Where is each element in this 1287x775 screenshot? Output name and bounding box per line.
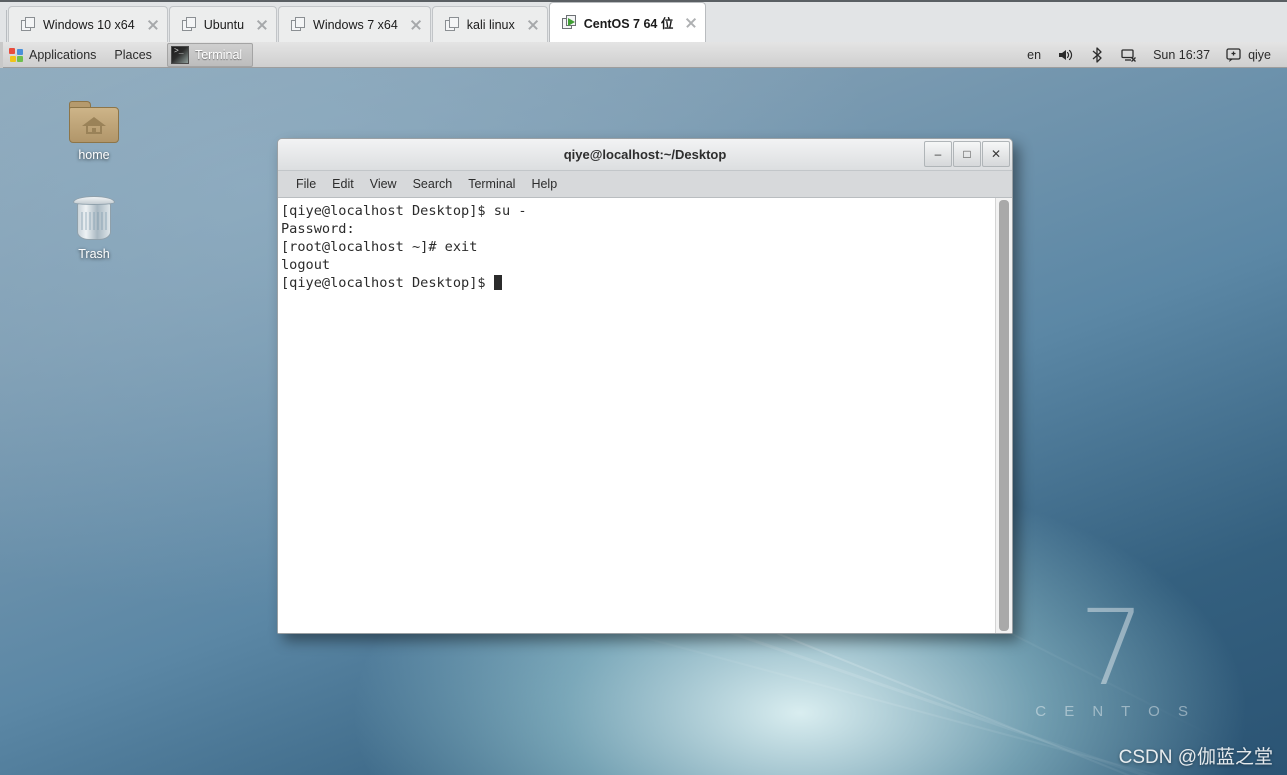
terminal-menu-search[interactable]: Search [405,171,461,197]
vm-tab-label: kali linux [467,18,515,32]
vm-running-icon [562,15,577,30]
close-icon[interactable] [254,17,270,33]
maximize-button[interactable]: □ [953,141,981,167]
centos-version: 7 [1029,606,1195,691]
vm-tab-label: Ubuntu [204,18,244,32]
terminal-titlebar[interactable]: qiye@localhost:~/Desktop – □ ✕ [278,139,1012,171]
keyboard-layout-label: en [1027,48,1041,62]
terminal-menu-help[interactable]: Help [523,171,565,197]
close-icon[interactable] [145,17,161,33]
volume-button[interactable] [1049,42,1081,68]
keyboard-layout-indicator[interactable]: en [1019,42,1049,68]
menu-applications-label: Applications [29,48,96,62]
applications-icon [9,48,23,62]
close-icon[interactable] [408,17,424,33]
terminal-cursor [494,275,502,290]
centos-wordmark: C E N T O S [1035,703,1195,720]
vm-tab[interactable]: CentOS 7 64 位 [549,2,707,42]
terminal-line: [root@localhost ~]# exit [281,238,995,256]
vm-tab[interactable]: kali linux [432,6,548,42]
terminal-menu-terminal[interactable]: Terminal [460,171,523,197]
taskbar-window-terminal[interactable]: >_ Terminal [167,43,253,67]
centos-watermark: 7 C E N T O S [1029,606,1195,720]
username-label: qiye [1248,48,1271,62]
vm-icon [21,17,36,32]
terminal-menubar: FileEditViewSearchTerminalHelp [278,171,1012,197]
window-controls: – □ ✕ [923,141,1010,167]
desktop-icon-home[interactable]: home [51,91,137,162]
terminal-window[interactable]: qiye@localhost:~/Desktop – □ ✕ FileEditV… [277,138,1013,634]
menu-applications[interactable]: Applications [0,42,105,68]
trash-icon [51,190,137,242]
vm-tab-label: Windows 10 x64 [43,18,135,32]
terminal-menu-file[interactable]: File [288,171,324,197]
terminal-icon: >_ [171,46,189,64]
desktop[interactable]: home Trash 7 C E N T O S CSDN @伽蓝之堂 qiye… [0,68,1287,775]
desktop-icon-trash-label: Trash [51,247,137,261]
desktop-icon-home-label: home [51,148,137,162]
attribution-watermark: CSDN @伽蓝之堂 [1119,742,1273,769]
terminal-line: Password: [281,220,995,238]
terminal-screen[interactable]: [qiye@localhost Desktop]$ su -Password:[… [278,198,995,633]
terminal-title: qiye@localhost:~/Desktop [278,147,1012,162]
terminal-scrollbar-thumb[interactable] [999,200,1009,631]
terminal-menu-view[interactable]: View [362,171,405,197]
volume-icon [1057,47,1073,63]
vm-tab[interactable]: Windows 7 x64 [278,6,431,42]
panel-status-area: en Sun 16:37 [1019,42,1287,68]
gnome-top-panel: Applications Places >_ Terminal en [0,42,1287,68]
vm-icon [445,17,460,32]
desktop-icon-trash[interactable]: Trash [51,190,137,261]
vm-icon [182,17,197,32]
vmware-tab-bar: Windows 10 x64 Ubuntu Windows 7 x64 kali li… [0,0,1287,42]
terminal-prompt-line: [qiye@localhost Desktop]$ [281,274,995,292]
user-menu[interactable]: qiye [1218,42,1279,68]
vm-tab-label: CentOS 7 64 位 [584,13,674,32]
terminal-prompt: [qiye@localhost Desktop]$ [281,275,494,291]
close-button[interactable]: ✕ [982,141,1010,167]
taskbar-window-label: Terminal [195,48,242,62]
bluetooth-icon [1089,47,1105,63]
terminal-line: logout [281,256,995,274]
bluetooth-button[interactable] [1081,42,1113,68]
terminal-scrollbar[interactable] [995,198,1012,633]
close-icon[interactable] [683,15,699,31]
close-icon[interactable] [525,17,541,33]
network-disconnected-icon [1121,47,1137,63]
vm-tab-label: Windows 7 x64 [313,18,398,32]
network-button[interactable] [1113,42,1145,68]
vm-icon [291,17,306,32]
terminal-menu-edit[interactable]: Edit [324,171,362,197]
vm-tab[interactable]: Windows 10 x64 [8,6,168,42]
clock-label: Sun 16:37 [1153,48,1210,62]
minimize-button[interactable]: – [924,141,952,167]
menu-places[interactable]: Places [105,42,161,68]
user-status-icon [1226,47,1242,63]
clock[interactable]: Sun 16:37 [1145,42,1218,68]
vm-tab[interactable]: Ubuntu [169,6,277,42]
home-folder-icon [51,91,137,143]
menu-places-label: Places [114,48,152,62]
terminal-line: [qiye@localhost Desktop]$ su - [281,202,995,220]
terminal-body[interactable]: [qiye@localhost Desktop]$ su -Password:[… [278,197,1012,633]
